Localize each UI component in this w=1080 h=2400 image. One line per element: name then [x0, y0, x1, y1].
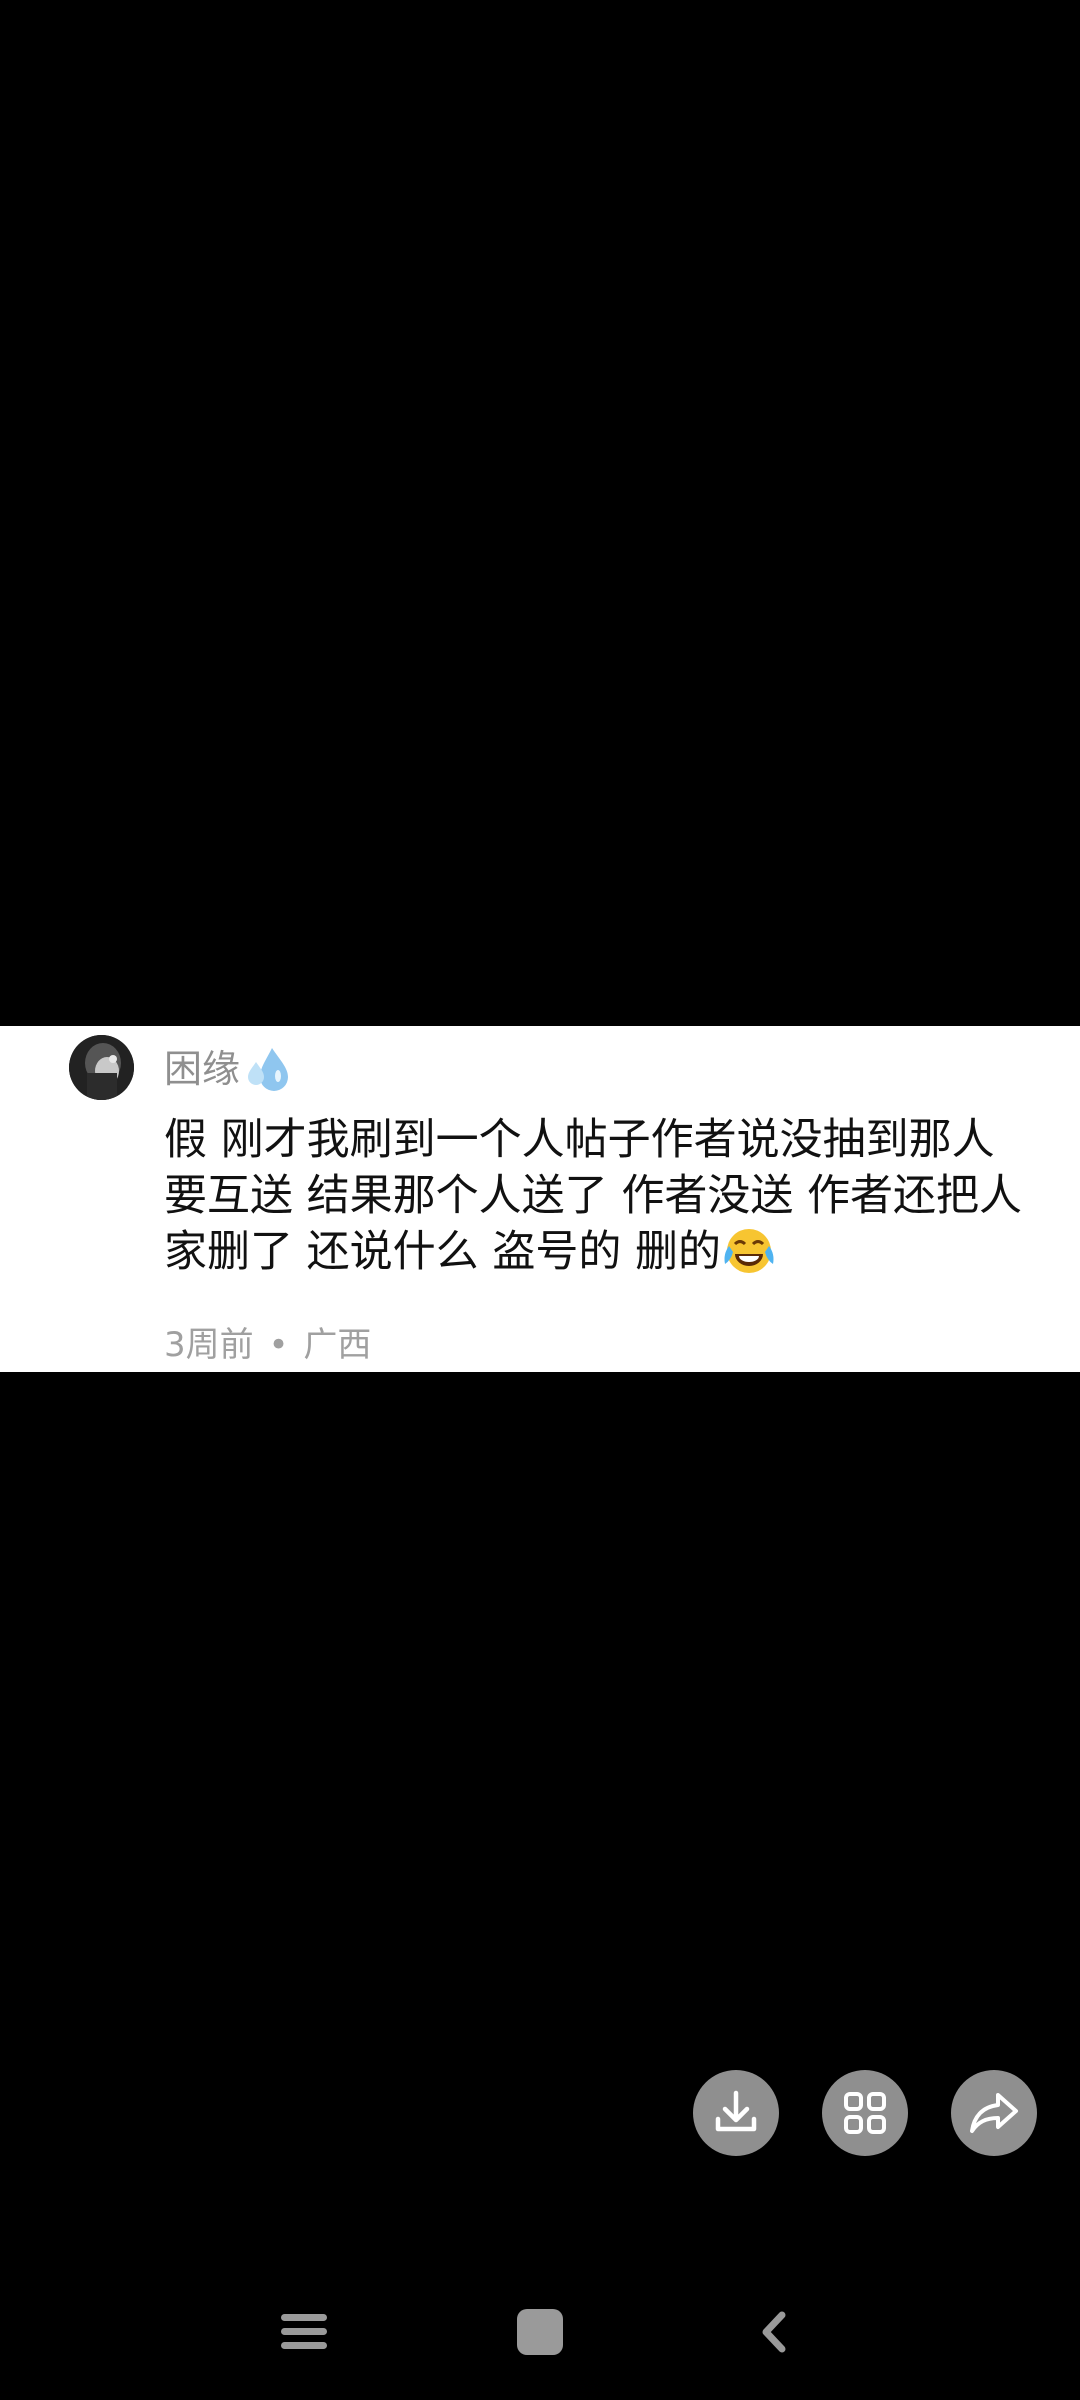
download-button[interactable] — [693, 2070, 779, 2156]
back-nav-button[interactable] — [742, 2300, 806, 2364]
sweat-droplets-icon — [242, 1044, 294, 1094]
home-icon — [517, 2309, 563, 2355]
avatar[interactable] — [69, 1035, 134, 1100]
comment-location: 广西 — [303, 1325, 372, 1365]
comment-body: 假 刚才我刷到一个人帖子作者说没抽到那人 要互送 结果那个人送了 作者没送 作者… — [164, 1115, 1023, 1277]
download-icon — [715, 2090, 757, 2132]
username-text: 困缘 — [164, 1047, 241, 1091]
avatar-image — [69, 1035, 134, 1100]
comment-text[interactable]: 假 刚才我刷到一个人帖子作者说没抽到那人 要互送 结果那个人送了 作者没送 作者… — [164, 1112, 1044, 1280]
menu-nav-button[interactable] — [272, 2300, 336, 2364]
grid-button[interactable] — [822, 2070, 908, 2156]
home-nav-button[interactable] — [508, 2300, 572, 2364]
menu-icon — [281, 2314, 327, 2349]
grid-icon — [844, 2092, 886, 2134]
comment-time: 3周前 — [164, 1325, 254, 1365]
share-button[interactable] — [951, 2070, 1037, 2156]
back-icon — [762, 2311, 786, 2353]
face-with-tears-of-joy-icon — [721, 1226, 777, 1276]
comment-username[interactable]: 困缘 — [164, 1044, 294, 1094]
meta-separator: • — [268, 1325, 289, 1365]
comment-meta: 3周前 • 广西 — [164, 1320, 371, 1370]
share-icon — [970, 2093, 1018, 2133]
